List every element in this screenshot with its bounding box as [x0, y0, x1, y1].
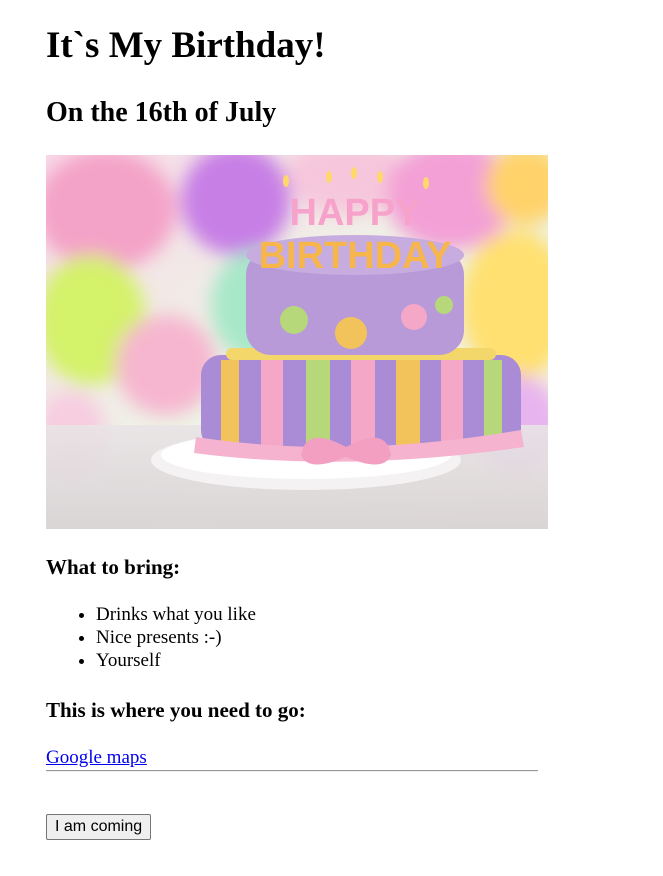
- bring-list: Drinks what you like Nice presents :-) Y…: [46, 603, 256, 672]
- list-item: Nice presents :-): [96, 626, 256, 649]
- location-heading: This is where you need to go:: [46, 698, 306, 722]
- i-am-coming-button[interactable]: I am coming: [46, 814, 152, 840]
- svg-text:HAPPY: HAPPY: [290, 192, 421, 234]
- page-title: It`s My Birthday!: [46, 25, 326, 66]
- what-to-bring-heading: What to bring:: [46, 555, 181, 579]
- divider: [46, 770, 538, 772]
- list-item: Yourself: [96, 649, 256, 672]
- svg-text:BIRTHDAY: BIRTHDAY: [259, 235, 452, 277]
- birthday-cake-image: HAPPY BIRTHDAY: [46, 155, 548, 529]
- list-item: Drinks what you like: [96, 603, 256, 626]
- page-subtitle: On the 16th of July: [46, 97, 277, 128]
- google-maps-link[interactable]: Google maps: [46, 746, 147, 769]
